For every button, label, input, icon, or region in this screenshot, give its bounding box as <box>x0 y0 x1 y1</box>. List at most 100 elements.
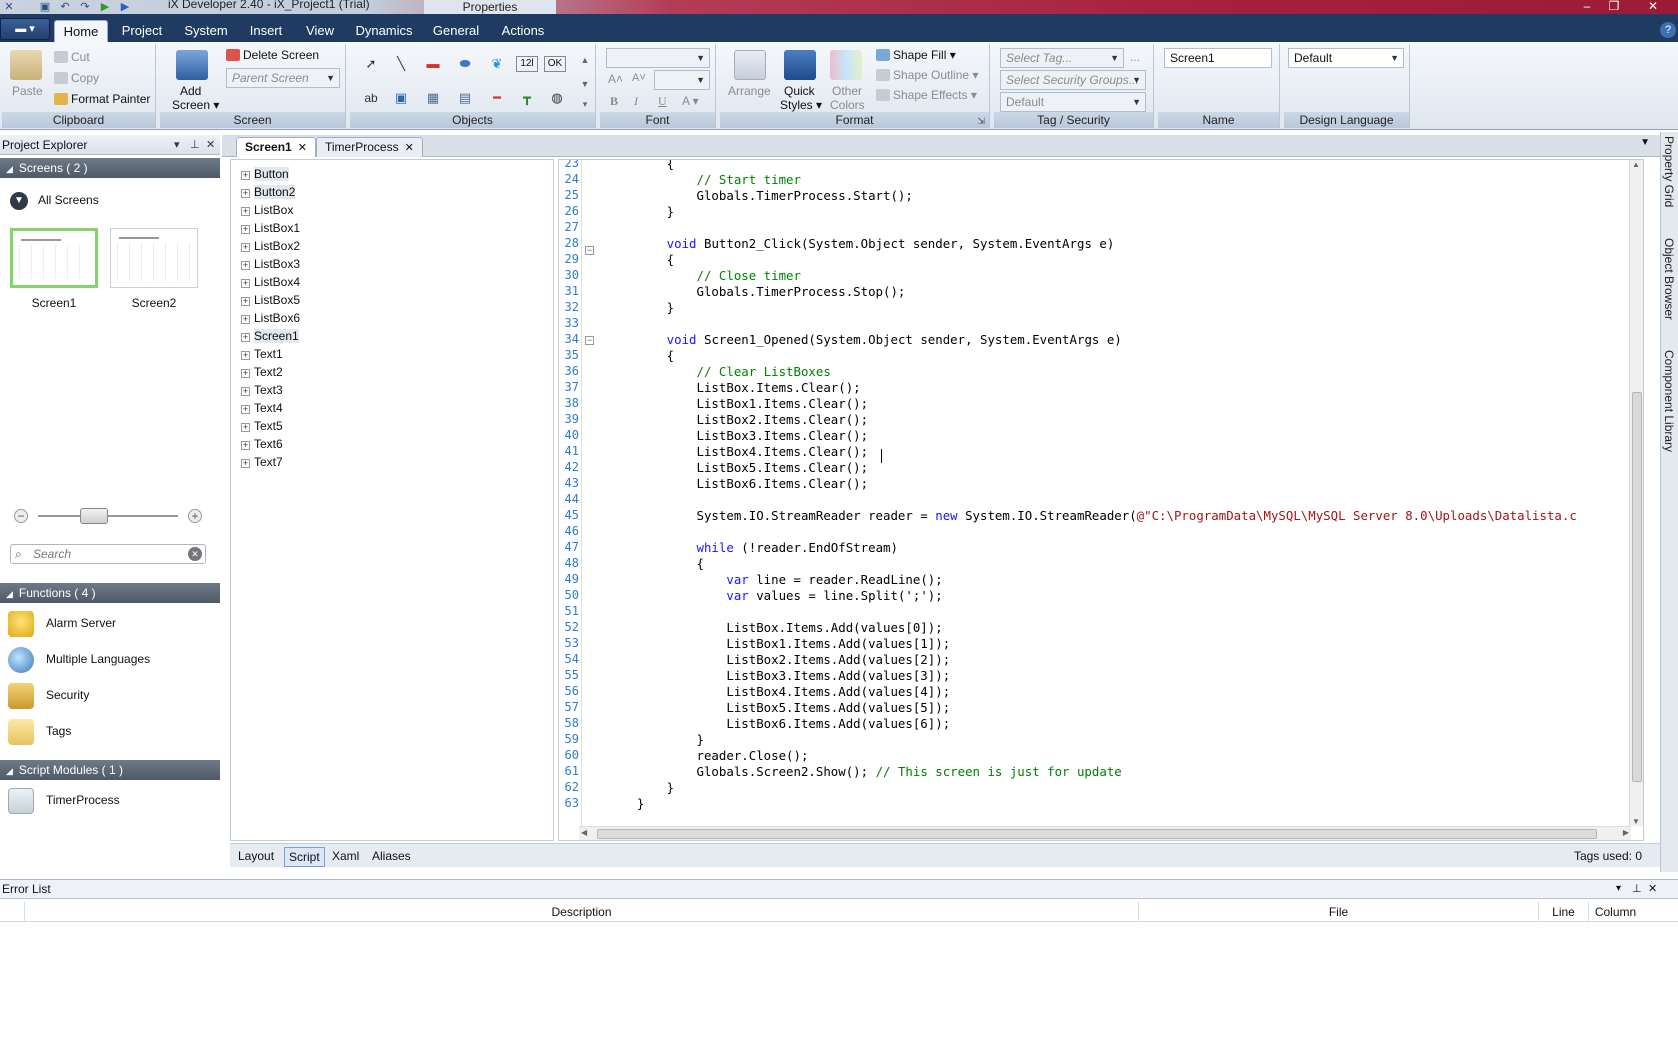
select-tag-combo[interactable]: Select Tag... ▼ <box>1000 48 1124 68</box>
expand-icon[interactable]: + <box>241 279 250 288</box>
code-line[interactable]: ListBox6.Items.Add(values[6]); <box>607 716 950 731</box>
tab-home[interactable]: Home <box>54 20 108 42</box>
expand-icon[interactable]: + <box>241 423 250 432</box>
code-line[interactable]: ListBox5.Items.Add(values[5]); <box>607 700 950 715</box>
ellipse-icon[interactable]: ⬬ <box>454 54 476 74</box>
code-line[interactable]: ListBox3.Items.Add(values[3]); <box>607 668 950 683</box>
add-screen-button[interactable]: Screen ▾ <box>172 98 219 112</box>
tree-node[interactable]: + Text3 <box>241 381 283 399</box>
zoom-thumb[interactable] <box>80 508 108 524</box>
code-line[interactable]: { <box>607 348 674 363</box>
quick-styles-button[interactable]: Styles ▾ <box>780 98 822 112</box>
code-line[interactable]: Globals.Screen2.Show(); // This screen i… <box>607 764 1122 779</box>
visibility-combo[interactable]: Default ▼ <box>1000 92 1146 112</box>
zoom-in-icon[interactable]: + <box>188 509 202 523</box>
tab-insert[interactable]: Insert <box>244 20 288 42</box>
code-line[interactable]: void Button2_Click(System.Object sender,… <box>607 236 1115 251</box>
code-line[interactable]: } <box>607 204 674 219</box>
view-tab-script[interactable]: Script <box>284 847 325 867</box>
code-line[interactable]: ListBox2.Items.Clear(); <box>607 412 869 427</box>
help-icon[interactable]: ? <box>1660 22 1676 38</box>
close-panel-icon[interactable]: ✕ <box>1648 880 1657 898</box>
tree-node[interactable]: + Screen1 <box>241 327 299 345</box>
function-tags[interactable]: Tags <box>0 713 220 749</box>
code-line[interactable]: // Start timer <box>607 172 801 187</box>
shape-fill-button[interactable]: Shape Fill ▾ <box>876 48 956 62</box>
media-icon[interactable]: ▤ <box>454 88 476 108</box>
tab-dynamics[interactable]: Dynamics <box>352 20 416 42</box>
code-line[interactable]: Globals.TimerProcess.Stop(); <box>607 284 906 299</box>
expand-icon[interactable]: + <box>241 243 250 252</box>
tree-node[interactable]: + Text1 <box>241 345 283 363</box>
font-size-combo[interactable]: ▼ <box>654 70 710 90</box>
code-line[interactable]: ListBox.Items.Add(values[0]); <box>607 620 942 635</box>
function-alarm-server[interactable]: Alarm Server <box>0 605 220 641</box>
design-language-combo[interactable]: Default ▼ <box>1288 48 1404 68</box>
shape-effects-button[interactable]: Shape Effects ▾ <box>876 88 977 102</box>
add-screen-label[interactable]: Add <box>180 84 201 98</box>
search-input[interactable]: ⌕ Search ✕ <box>10 544 206 564</box>
expand-icon[interactable]: + <box>241 405 250 414</box>
undo-icon[interactable]: ↶ <box>58 1 72 13</box>
trend-icon[interactable]: ▦ <box>422 88 444 108</box>
scroll-right-icon[interactable]: ▶ <box>1623 828 1629 837</box>
code-line[interactable]: ListBox6.Items.Clear(); <box>607 476 869 491</box>
tree-node[interactable]: + ListBox1 <box>241 219 300 237</box>
script-module-timerprocess[interactable]: TimerProcess <box>0 782 220 818</box>
scroll-down-icon[interactable]: ▼ <box>1632 817 1640 826</box>
doc-tab-timerprocess[interactable]: TimerProcess ✕ <box>316 137 423 157</box>
doc-tab-screen1[interactable]: Screen1 ✕ <box>236 137 316 157</box>
tree-node[interactable]: + Button2 <box>241 183 296 201</box>
code-line[interactable]: System.IO.StreamReader reader = new Syst… <box>607 508 1577 523</box>
bold-button[interactable]: B <box>610 94 618 109</box>
parent-screen-combo[interactable]: Parent Screen ▼ <box>226 68 340 88</box>
tree-node[interactable]: + Text2 <box>241 363 283 381</box>
close-icon[interactable]: ✕ <box>1640 0 1666 14</box>
shape-icon[interactable]: ❦ <box>486 54 508 74</box>
tab-general[interactable]: General <box>428 20 484 42</box>
pin-icon[interactable]: ⊥ <box>190 135 200 155</box>
expand-icon[interactable]: + <box>241 459 250 468</box>
arrange-button[interactable]: Arrange <box>728 84 771 98</box>
line-icon[interactable]: ╲ <box>390 54 412 74</box>
code-line[interactable]: var line = reader.ReadLine(); <box>607 572 942 587</box>
run-icon[interactable]: ▶ <box>98 1 112 13</box>
shape-outline-button[interactable]: Shape Outline ▾ <box>876 68 978 82</box>
minimize-icon[interactable]: – <box>1574 0 1600 14</box>
name-field[interactable]: Screen1 <box>1164 48 1272 68</box>
save-icon[interactable]: ▣ <box>38 1 52 13</box>
code-line[interactable]: void Screen1_Opened(System.Object sender… <box>607 332 1122 347</box>
button-object-icon[interactable]: OK <box>544 56 566 72</box>
dock-tab-property-grid[interactable]: Property Grid <box>1662 136 1676 207</box>
code-line[interactable]: ListBox3.Items.Clear(); <box>607 428 869 443</box>
code-line[interactable]: ListBox.Items.Clear(); <box>607 380 861 395</box>
view-tab-aliases[interactable]: Aliases <box>368 847 415 867</box>
expand-icon[interactable]: + <box>241 441 250 450</box>
expand-icon[interactable]: + <box>241 189 250 198</box>
horizontal-scroll-thumb[interactable] <box>597 829 1597 839</box>
zoom-slider[interactable]: − + <box>14 508 204 524</box>
expand-icon[interactable]: + <box>241 207 250 216</box>
shrink-font-icon[interactable]: A˅ <box>632 72 646 84</box>
gallery-more-icon[interactable]: ▾ <box>574 94 596 114</box>
scroll-up-icon[interactable]: ▲ <box>1632 160 1640 169</box>
tab-actions[interactable]: Actions <box>496 20 550 42</box>
close-tab-icon[interactable]: ✕ <box>405 142 414 154</box>
select-security-combo[interactable]: Select Security Groups... ▼ <box>1000 70 1146 90</box>
gallery-down-icon[interactable]: ▼ <box>574 74 596 94</box>
tree-node[interactable]: + Button <box>241 165 289 183</box>
vertical-scrollbar[interactable]: ▲ ▼ <box>1629 160 1643 826</box>
code-line[interactable]: // Close timer <box>607 268 801 283</box>
slider-object-icon[interactable]: ━ <box>486 88 508 108</box>
other-colors-label[interactable]: Other <box>832 84 862 98</box>
copy-button[interactable]: Copy <box>54 71 99 85</box>
code-line[interactable]: var values = line.Split(';'); <box>607 588 942 603</box>
pin-icon[interactable]: ⊥ <box>1632 880 1642 898</box>
screen-thumbnail-screen1[interactable] <box>10 228 98 288</box>
view-tab-xaml[interactable]: Xaml <box>328 847 363 867</box>
gallery-up-icon[interactable]: ▲ <box>574 50 596 70</box>
function-security[interactable]: Security <box>0 677 220 713</box>
tree-node[interactable]: + Text5 <box>241 417 283 435</box>
code-line[interactable]: { <box>607 556 704 571</box>
code-line[interactable]: Globals.TimerProcess.Start(); <box>607 188 913 203</box>
